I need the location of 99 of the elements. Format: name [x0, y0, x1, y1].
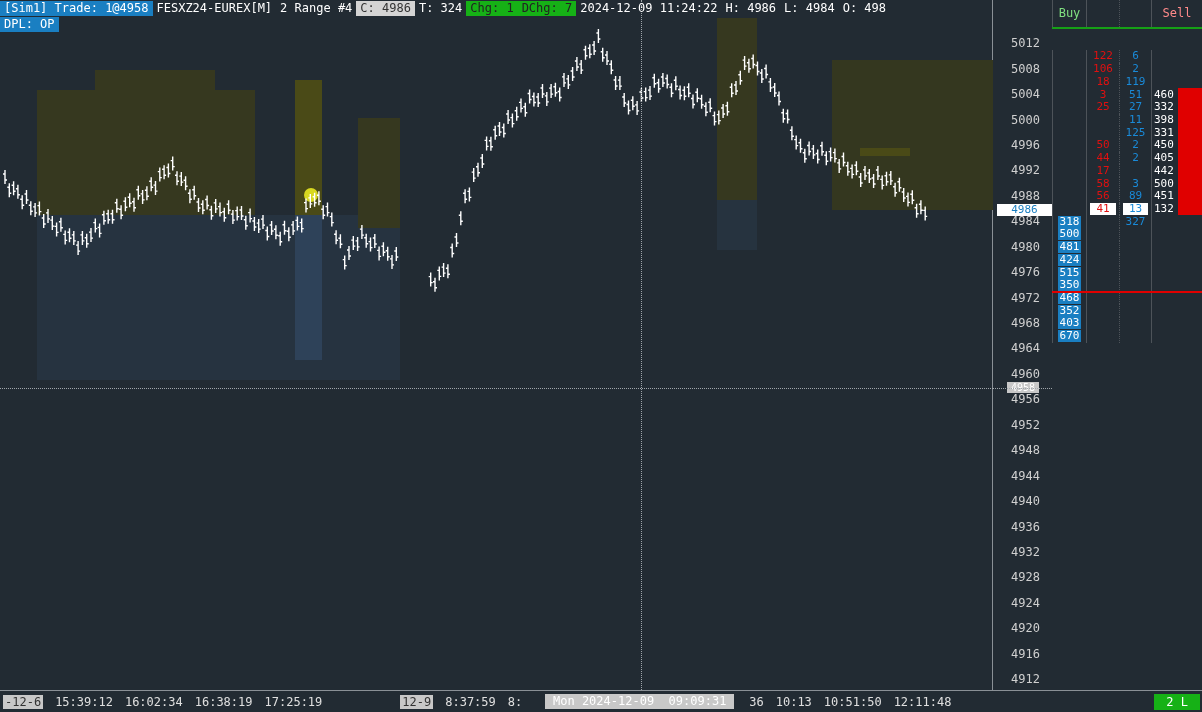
price-label: 4924 [1011, 596, 1040, 610]
ladder-cell: 56 [1096, 190, 1110, 203]
ladder-cell: 403 [1057, 317, 1082, 330]
time-label: 8:37:59 [445, 694, 496, 709]
price-label: 4932 [1011, 545, 1040, 559]
time-label: 12:11:48 [893, 694, 952, 709]
ladder-cell: 18 [1096, 75, 1110, 88]
header-field: L: 4984 [780, 0, 839, 16]
price-label: 4936 [1011, 520, 1040, 534]
header-field: H: 4986 [721, 0, 781, 16]
ladder-cell: 424 [1057, 253, 1082, 266]
ladder-cell: 2 [1132, 63, 1139, 76]
ladder-cell: 106 [1093, 63, 1113, 76]
ladder-cell: 58 [1096, 177, 1110, 190]
ladder-cell: 51 [1128, 88, 1143, 101]
ladder-cell: 41 [1090, 203, 1116, 215]
ladder-cell: 670 [1057, 330, 1082, 343]
ladder-cell-text: 500 [1153, 177, 1175, 190]
time-label: 17:25:19 [264, 694, 323, 709]
price-label: 4968 [1011, 317, 1040, 331]
column-header: Sell [1151, 0, 1202, 27]
header-field: O: 498 [838, 0, 890, 16]
price-label: 4992 [1011, 164, 1040, 178]
time-label: 8: [507, 694, 523, 709]
price-label: 4916 [1011, 647, 1040, 661]
price-label: 5012 [1011, 37, 1040, 51]
price-label: 4940 [1011, 495, 1040, 509]
ladder-cell-text: 460 [1153, 88, 1175, 101]
price-label: 4976 [1011, 266, 1040, 280]
heatmap-glow [304, 188, 318, 202]
ladder-cell: 25 [1096, 101, 1110, 114]
header-field: C: 4986 [356, 0, 415, 16]
ladder-cell: 13 [1122, 203, 1149, 215]
ladder-cell: 481 [1057, 241, 1082, 254]
price-label: 4960 [1011, 367, 1040, 381]
time-label: 16:38:19 [194, 694, 253, 709]
ladder-cell-text: 398 [1153, 113, 1175, 126]
time-label: 36 [749, 694, 764, 709]
time-label: 12-9 [400, 694, 434, 709]
price-label: 4984 [1011, 215, 1040, 229]
ladder-cell: 3 [1099, 88, 1107, 101]
price-label: 4988 [1011, 189, 1040, 203]
ladder-cell: 11 [1128, 113, 1143, 126]
ladder-cell: 500 [1057, 228, 1082, 241]
time-label: 16:02:34 [124, 694, 183, 709]
ladder-cell-text: 442 [1153, 164, 1175, 177]
price-label: 4996 [1011, 138, 1040, 152]
ladder-cell: 122 [1093, 50, 1113, 63]
time-label: 10:13 [775, 694, 812, 709]
price-label: 4972 [1011, 291, 1040, 305]
ladder-cell: 119 [1125, 75, 1146, 88]
price-label: 4956 [1011, 393, 1040, 407]
header-field: FESXZ24-EUREX[M] [152, 0, 277, 16]
ladder-cell-text: 405 [1153, 152, 1175, 165]
ladder-cell: 50 [1096, 139, 1110, 152]
ladder-cell: 2 [1132, 152, 1139, 165]
ladder-cell: 468 [1057, 292, 1082, 304]
header-field: 2024-12-09 11:24:22 [576, 0, 722, 16]
ladder-cell-text: 451 [1153, 190, 1175, 203]
last-price-label: 4986 [997, 204, 1052, 216]
ladder-cell: 352 [1057, 304, 1082, 317]
ladder-cell: 6 [1132, 50, 1139, 63]
ladder-cell: 27 [1128, 101, 1143, 114]
ladder-cell-text: 331 [1153, 126, 1175, 139]
ladder-cell: 17 [1096, 164, 1110, 177]
price-label: 4948 [1011, 444, 1040, 458]
ladder-cell: 89 [1128, 190, 1143, 203]
time-label: 15:39:12 [55, 694, 113, 709]
ladder-cell: 2 [1132, 139, 1139, 152]
ladder-cell-text: 332 [1153, 101, 1175, 114]
price-label: 4928 [1011, 571, 1040, 585]
price-label: 5004 [1011, 88, 1040, 102]
price-label: 4944 [1011, 469, 1040, 483]
time-label: 10:51:50 [823, 694, 882, 709]
price-label: 4964 [1011, 342, 1040, 356]
status-badge: 2 L [1154, 693, 1200, 710]
price-label: 5008 [1011, 62, 1040, 76]
column-header: Buy [1052, 0, 1086, 27]
time-label: -12-6 [3, 694, 44, 709]
header-field: 2 Range #4 [276, 0, 357, 16]
ladder-cell-text: 450 [1153, 139, 1175, 152]
ladder-cell: 318 [1057, 215, 1082, 228]
price-label: 5000 [1011, 113, 1040, 127]
ladder-cell: 44 [1096, 152, 1110, 165]
ladder-cell: 350 [1057, 279, 1082, 292]
header-field: DChg: 7 [517, 0, 577, 16]
price-label: 4912 [1011, 673, 1040, 687]
price-label: 4980 [1011, 240, 1040, 254]
ladder-cell: 327 [1125, 215, 1146, 228]
ladder-cell: 125 [1125, 126, 1146, 139]
header-field: Chg: 1 [466, 0, 518, 16]
ladder-cell-text: 132 [1153, 203, 1175, 215]
ladder-cell: 3 [1132, 177, 1139, 190]
ladder-cell: 515 [1057, 266, 1082, 279]
header-field: DPL: OP [0, 16, 59, 32]
price-label: 4920 [1011, 622, 1040, 636]
header-field: T: 324 [414, 0, 467, 16]
header-field: [Sim1] Trade: 1@4958 [0, 0, 153, 16]
price-label: 4952 [1011, 418, 1040, 432]
